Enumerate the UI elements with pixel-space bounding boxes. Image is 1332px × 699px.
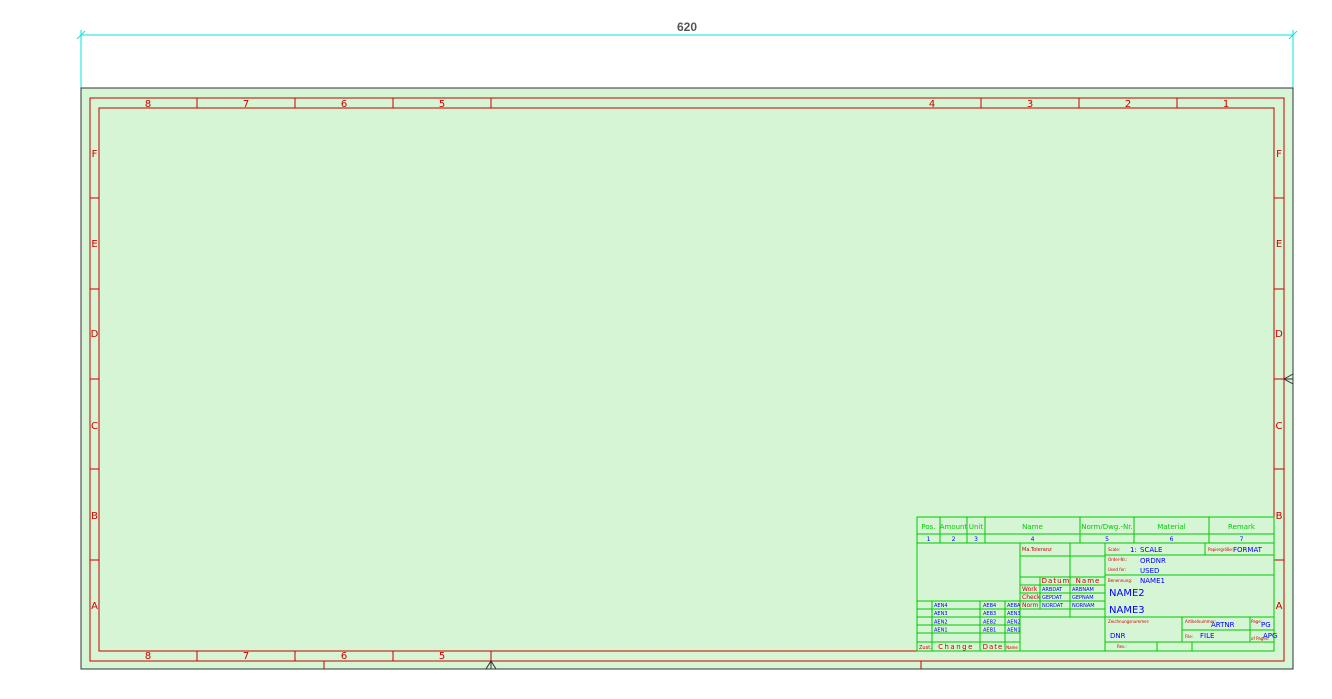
parts-list-column-number: 2 bbox=[952, 536, 956, 543]
revision-index: AEN3 bbox=[934, 611, 948, 617]
of-pages-value: APG bbox=[1263, 632, 1277, 640]
page-value: PG bbox=[1261, 621, 1271, 629]
work-label: Work bbox=[1022, 586, 1038, 593]
parts-list-header: Pos. bbox=[921, 523, 935, 531]
scale-prefix: 1: bbox=[1130, 546, 1137, 554]
parts-list-column-number: 3 bbox=[974, 536, 978, 543]
column-label: 8 bbox=[145, 651, 151, 662]
check-date: GEPDAT bbox=[1042, 595, 1063, 601]
revision-date: AEB2 bbox=[983, 619, 996, 625]
row-label: E bbox=[1276, 239, 1282, 250]
check-name: GEPNAM bbox=[1072, 595, 1094, 601]
format-label: Papiergröße: bbox=[1208, 547, 1233, 552]
name1-value: NAME1 bbox=[1140, 577, 1165, 585]
name3-value: NAME3 bbox=[1109, 605, 1145, 616]
revision-date: AEB4 bbox=[983, 603, 996, 609]
parts-list-header: Material bbox=[1157, 523, 1185, 531]
name2-value: NAME2 bbox=[1109, 588, 1145, 599]
tolerance-label: Ma.Toleranz bbox=[1022, 547, 1052, 553]
dimension-value: 620 bbox=[677, 20, 697, 34]
revision-name: AEN1 bbox=[1007, 628, 1021, 634]
column-label: 5 bbox=[439, 651, 445, 662]
work-date: ARBDAT bbox=[1042, 587, 1063, 593]
drawing-number-value: DNR bbox=[1110, 632, 1126, 640]
parts-list-header: Norm/Dwg.-Nr. bbox=[1081, 523, 1132, 531]
parts-list-column-number: 1 bbox=[927, 536, 931, 543]
parts-list-header: Remark bbox=[1228, 523, 1256, 531]
parts-list-header: Unit bbox=[969, 523, 984, 531]
date-label: Date bbox=[983, 643, 1004, 651]
file-value: FILE bbox=[1200, 632, 1214, 640]
row-label: A bbox=[91, 601, 98, 612]
column-label: 1 bbox=[1223, 99, 1229, 110]
revision-index: AEN4 bbox=[934, 603, 948, 609]
parts-list-column-number: 4 bbox=[1031, 536, 1035, 543]
row-label: D bbox=[91, 329, 99, 340]
column-label: 6 bbox=[341, 99, 347, 110]
row-label: D bbox=[1275, 329, 1283, 340]
column-label: 8 bbox=[145, 99, 151, 110]
order-label: Order-Nr.: bbox=[1108, 557, 1127, 562]
name-small-label: Name bbox=[1006, 645, 1018, 650]
row-label: F bbox=[92, 149, 98, 160]
check-label: Check bbox=[1022, 594, 1041, 601]
zust-label: Zust. bbox=[919, 645, 932, 651]
norm-date: NORDAT bbox=[1042, 603, 1064, 609]
norm-label: Norm bbox=[1022, 602, 1039, 609]
drawing-number-label: Zeichnungsnummer: bbox=[1108, 619, 1150, 624]
change-label: Change bbox=[938, 643, 974, 651]
drawing-canvas[interactable]: 620 8 7 6 5 4 3 2 1 8 7 6 5 FEDCBA FEDCBA Pos. Amo… bbox=[0, 0, 1332, 699]
row-label: C bbox=[91, 421, 98, 432]
parts-list-column-number: 7 bbox=[1240, 536, 1244, 543]
norm-name: NORNAM bbox=[1072, 603, 1095, 609]
artnr-value: ARTNR bbox=[1211, 621, 1235, 629]
column-label: 6 bbox=[341, 651, 347, 662]
scale-label: Scale: bbox=[1108, 547, 1120, 552]
parts-list-column-number: 5 bbox=[1105, 536, 1109, 543]
parts-list-column-number: 6 bbox=[1170, 536, 1174, 543]
row-label: C bbox=[1276, 421, 1283, 432]
used-value: USED bbox=[1140, 567, 1159, 575]
parts-list-header: Amount bbox=[940, 523, 968, 531]
file-label: File: bbox=[1185, 634, 1193, 639]
revision-name: AEBA bbox=[1007, 603, 1021, 609]
revision-date: AEB1 bbox=[983, 628, 996, 634]
order-value: ORDNR bbox=[1140, 557, 1166, 565]
revision-index: AEN2 bbox=[934, 619, 948, 625]
name-header: Name bbox=[1076, 577, 1101, 585]
column-label: 2 bbox=[1125, 99, 1131, 110]
row-label: F bbox=[1276, 149, 1282, 160]
column-label: 4 bbox=[929, 99, 935, 110]
row-label: E bbox=[91, 239, 97, 250]
revision-label: Rev.: bbox=[1117, 644, 1127, 649]
work-name: ARBNAM bbox=[1072, 587, 1094, 593]
revision-name: AEN2 bbox=[1007, 619, 1021, 625]
column-label: 7 bbox=[243, 651, 249, 662]
datum-header: Datum bbox=[1042, 577, 1071, 585]
column-label: 3 bbox=[1027, 99, 1033, 110]
revision-name: AEN3 bbox=[1007, 611, 1021, 617]
parts-list-header: Name bbox=[1022, 523, 1043, 531]
row-label: B bbox=[1276, 511, 1283, 522]
revision-date: AEB3 bbox=[983, 611, 996, 617]
row-label: A bbox=[1276, 601, 1283, 612]
scale-value: SCALE bbox=[1140, 546, 1162, 554]
row-label: B bbox=[91, 511, 98, 522]
column-label: 7 bbox=[243, 99, 249, 110]
column-label: 5 bbox=[439, 99, 445, 110]
dimension-annotation: 620 bbox=[76, 20, 1298, 88]
used-label: Used for: bbox=[1108, 567, 1126, 572]
revision-index: AEN1 bbox=[934, 628, 948, 634]
format-value: FORMAT bbox=[1233, 546, 1263, 554]
benennung-label: Benennung: bbox=[1108, 578, 1132, 583]
